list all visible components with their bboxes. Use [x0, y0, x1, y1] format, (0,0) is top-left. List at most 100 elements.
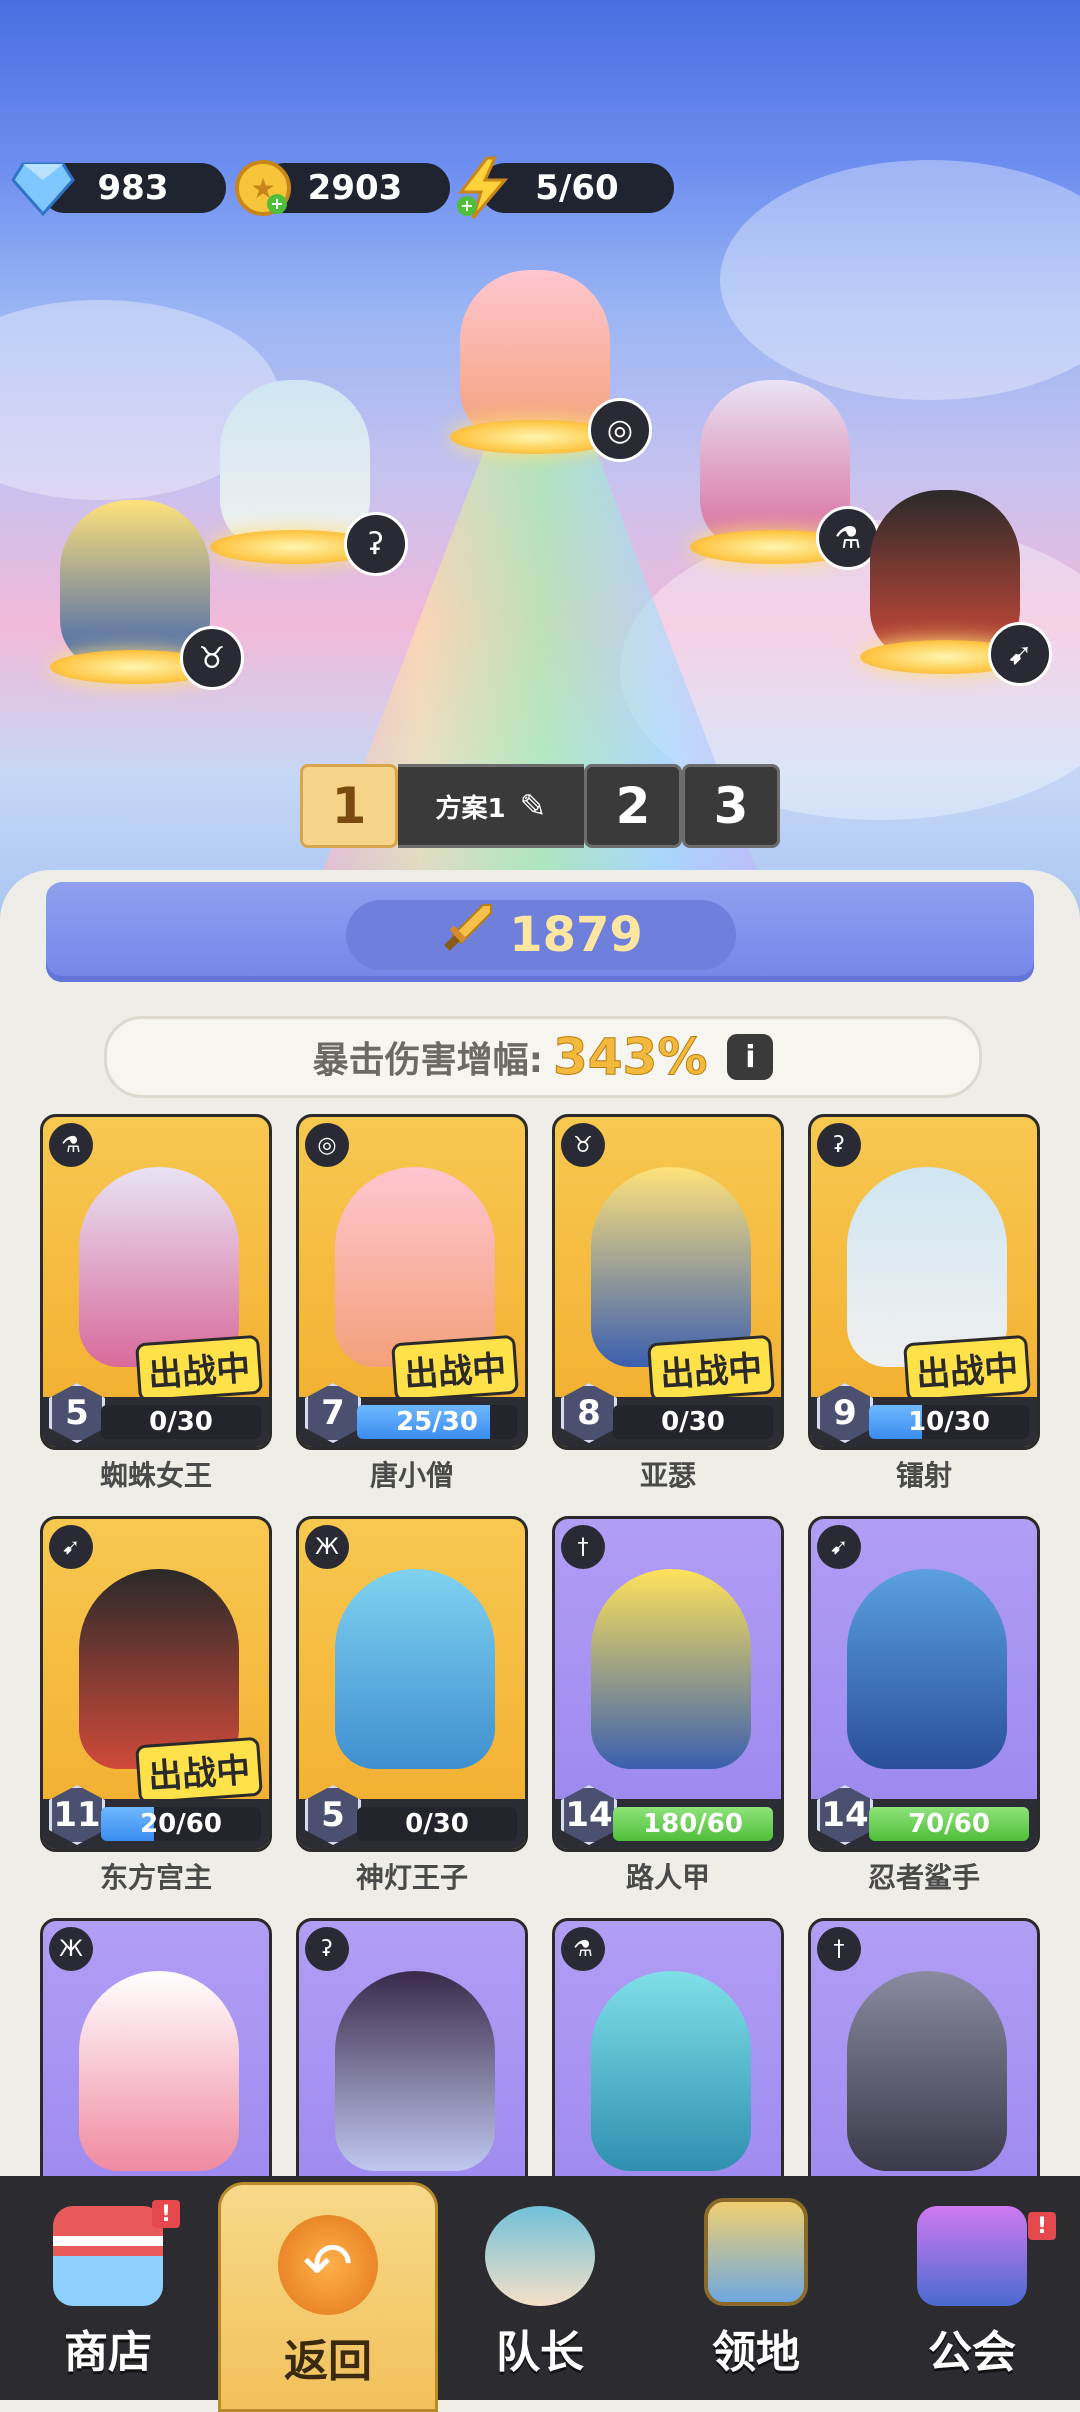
- coins-value: 2903: [307, 168, 403, 208]
- progress-text: 25/30: [396, 1407, 478, 1437]
- hero-card[interactable]: ➹ 出战中 11 20/60 东方宫主: [40, 1516, 272, 1896]
- gems-value: 983: [97, 168, 169, 208]
- shard-progress: 0/30: [613, 1405, 773, 1439]
- sword-class-icon: †: [561, 1525, 605, 1569]
- shard-progress: 180/60: [613, 1807, 773, 1841]
- formation-tabs: 1 方案1 ✎ 2 3: [300, 764, 780, 848]
- bow-class-icon: ➹: [817, 1525, 861, 1569]
- card-face: ♉ 出战中 8 0/30: [552, 1114, 784, 1450]
- hero-card[interactable]: ⚗ 出战中 5 0/30 蜘蛛女王: [40, 1114, 272, 1494]
- staff-class-icon: ʡ: [817, 1123, 861, 1167]
- progress-text: 0/30: [149, 1407, 213, 1437]
- alert-badge: !: [152, 2200, 180, 2228]
- bow-class-icon: ➹: [49, 1525, 93, 1569]
- coin-plus-icon: ★ +: [230, 155, 296, 221]
- progress-text: 180/60: [643, 1809, 743, 1839]
- info-icon[interactable]: i: [727, 1034, 774, 1080]
- plan-tab-1[interactable]: 1: [300, 764, 398, 848]
- staff-class-icon: ʡ: [305, 1927, 349, 1971]
- hero-portrait: [847, 1569, 1007, 1769]
- butterfly-class-icon: Ж: [49, 1927, 93, 1971]
- hero-name: 神灯王子: [355, 1861, 468, 1894]
- nav-territory-label: 领地: [712, 2327, 800, 2378]
- shard-progress: 70/60: [869, 1807, 1029, 1841]
- guild-gift-icon: [917, 2206, 1027, 2306]
- hero-portrait: [220, 380, 370, 550]
- deployed-badge: 出战中: [391, 1334, 519, 1403]
- nav-back[interactable]: ↶ 返回: [218, 2182, 438, 2412]
- nav-captain[interactable]: 队长: [432, 2176, 648, 2400]
- power-value: 1879: [509, 907, 643, 963]
- hero-portrait: [847, 1971, 1007, 2171]
- staff-class-icon: ʡ: [344, 512, 408, 576]
- nav-guild[interactable]: 公会: [864, 2176, 1080, 2400]
- deployed-badge: 出战中: [135, 1736, 263, 1805]
- card-face: ◎ 出战中 7 25/30: [296, 1114, 528, 1450]
- plan-name-label: 方案1: [435, 793, 506, 824]
- hero-name: 蜘蛛女王: [99, 1459, 212, 1492]
- hero-card[interactable]: † 14 180/60 路人甲: [552, 1516, 784, 1896]
- card-face: ʡ 出战中 9 10/30: [808, 1114, 1040, 1450]
- card-face: † 14 180/60: [552, 1516, 784, 1852]
- alert-badge: !: [1028, 2212, 1056, 2240]
- spiral-class-icon: ◎: [588, 398, 652, 462]
- nav-back-label: 返回: [284, 2336, 372, 2387]
- hero-name: 唐小僧: [369, 1459, 454, 1492]
- nav-shop[interactable]: 商店: [0, 2176, 216, 2400]
- hero-name: 东方宫主: [99, 1861, 212, 1894]
- captain-avatar-icon: [485, 2206, 595, 2306]
- hero-portrait: [335, 1971, 495, 2171]
- progress-text: 70/60: [908, 1809, 990, 1839]
- nav-captain-label: 队长: [496, 2327, 584, 2378]
- hero-portrait: [591, 1971, 751, 2171]
- hero-card[interactable]: Ж 5 0/30 神灯王子: [296, 1516, 528, 1896]
- edit-icon: ✎: [519, 787, 547, 825]
- hero-portrait: [335, 1569, 495, 1769]
- deployed-badge: 出战中: [903, 1334, 1031, 1403]
- energy-counter[interactable]: + 5/60: [457, 156, 674, 219]
- potion-class-icon: ⚗: [561, 1927, 605, 1971]
- plan-name[interactable]: 方案1 ✎: [398, 764, 584, 848]
- hero-name: 镭射: [895, 1459, 952, 1492]
- plan-tab-3[interactable]: 3: [682, 764, 780, 848]
- progress-text: 10/30: [908, 1407, 990, 1437]
- deployed-badge: 出战中: [135, 1334, 263, 1403]
- card-face: ➹ 14 70/60: [808, 1516, 1040, 1852]
- shop-icon: [53, 2206, 163, 2306]
- nav-territory[interactable]: 领地: [648, 2176, 864, 2400]
- shard-progress: 25/30: [357, 1405, 517, 1439]
- hero-card[interactable]: ➹ 14 70/60 忍者鲨手: [808, 1516, 1040, 1896]
- plan-tab-2[interactable]: 2: [584, 764, 682, 848]
- svg-text:+: +: [270, 194, 283, 213]
- return-arrow-icon: ↶: [278, 2215, 378, 2315]
- shard-progress: 10/30: [869, 1405, 1029, 1439]
- deployed-badge: 出战中: [647, 1334, 775, 1403]
- territory-portal-icon: [704, 2198, 808, 2306]
- card-face: ⚗ 出战中 5 0/30: [40, 1114, 272, 1450]
- nav-guild-label: 公会: [928, 2327, 1016, 2378]
- shard-progress: 0/30: [357, 1807, 517, 1841]
- butterfly-class-icon: Ж: [305, 1525, 349, 1569]
- card-face: ➹ 出战中 11 20/60: [40, 1516, 272, 1852]
- hero-name: 亚瑟: [639, 1459, 696, 1492]
- potion-class-icon: ⚗: [49, 1123, 93, 1167]
- sword-icon: [439, 901, 495, 969]
- svg-text:+: +: [460, 196, 473, 215]
- hero-card[interactable]: ʡ 出战中 9 10/30 镭射: [808, 1114, 1040, 1494]
- progress-text: 0/30: [405, 1809, 469, 1839]
- sword-class-icon: †: [817, 1927, 861, 1971]
- hero-name: 忍者鲨手: [867, 1861, 980, 1894]
- bow-class-icon: ➹: [988, 622, 1052, 686]
- hero-portrait: [591, 1569, 751, 1769]
- hero-card[interactable]: ♉ 出战中 8 0/30 亚瑟: [552, 1114, 784, 1494]
- coins-counter[interactable]: ★ + 2903: [235, 160, 450, 216]
- bull-class-icon: ♉: [180, 626, 244, 690]
- gems-counter[interactable]: 983: [11, 162, 226, 216]
- hero-card[interactable]: ◎ 出战中 7 25/30 唐小僧: [296, 1114, 528, 1494]
- lightning-plus-icon: +: [450, 155, 516, 221]
- card-face: Ж 5 0/30: [296, 1516, 528, 1852]
- crit-damage-bonus: 暴击伤害增幅: 343% i: [104, 1016, 982, 1098]
- nav-shop-label: 商店: [64, 2327, 152, 2378]
- hero-portrait: [79, 1971, 239, 2171]
- progress-text: 20/60: [140, 1809, 222, 1839]
